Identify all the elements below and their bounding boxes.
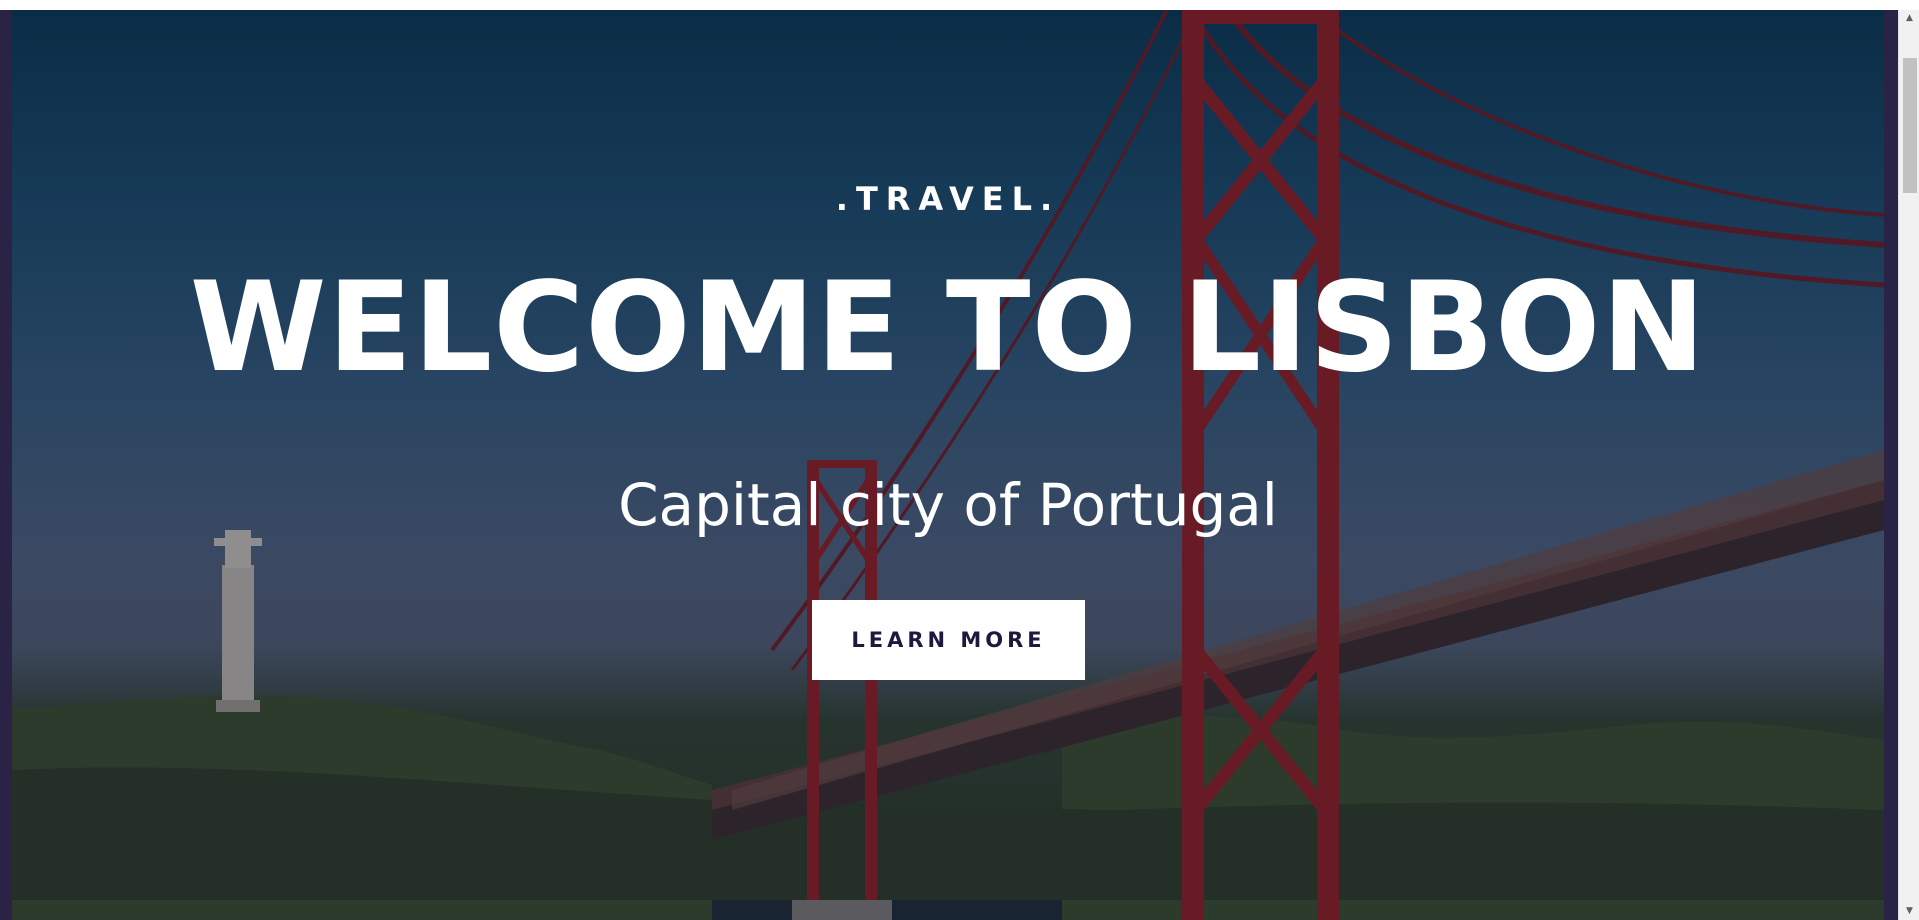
- learn-more-button[interactable]: LEARN MORE: [812, 600, 1085, 680]
- scroll-down-icon[interactable]: ▼: [1899, 903, 1919, 920]
- hero-section: .TRAVEL. WELCOME TO LISBON Capital city …: [12, 10, 1884, 920]
- hero-subtitle: Capital city of Portugal: [618, 471, 1278, 539]
- vertical-scrollbar[interactable]: ▲ ▼: [1898, 10, 1919, 920]
- hero-kicker: .TRAVEL.: [835, 180, 1061, 218]
- scroll-up-icon[interactable]: ▲: [1899, 10, 1919, 27]
- hero-title: WELCOME TO LISBON: [189, 256, 1707, 400]
- browser-viewport: .TRAVEL. WELCOME TO LISBON Capital city …: [0, 0, 1919, 920]
- hero-content: .TRAVEL. WELCOME TO LISBON Capital city …: [12, 10, 1884, 920]
- scrollbar-thumb[interactable]: [1903, 58, 1917, 193]
